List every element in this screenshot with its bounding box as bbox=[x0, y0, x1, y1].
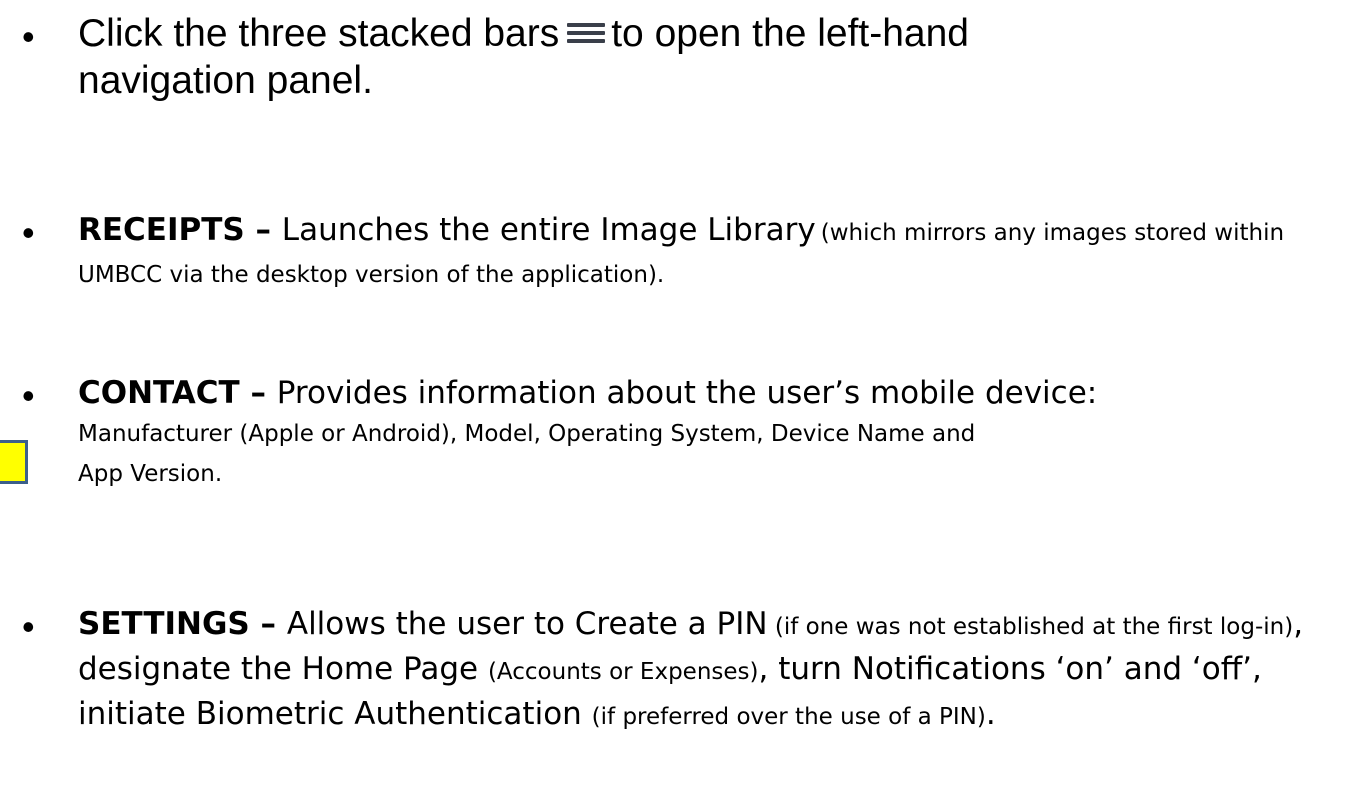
contact-detail-text: Manufacturer (Apple or Android), Model, … bbox=[78, 421, 976, 487]
instruction-text-before-icon: Click the three stacked bars bbox=[78, 12, 560, 55]
receipts-lead-text: Launches the entire Image Library bbox=[281, 212, 816, 248]
settings-text-6: (if preferred over the use of a PIN) bbox=[591, 704, 986, 730]
settings-text-1: Allows the user to Create a PIN bbox=[286, 606, 768, 642]
bullet-marker: • bbox=[22, 606, 35, 647]
heading-dash: – bbox=[249, 606, 287, 642]
settings-heading: SETTINGS bbox=[78, 606, 250, 642]
hamburger-menu-icon bbox=[567, 20, 606, 46]
bullet-marker: • bbox=[22, 16, 35, 57]
heading-dash: – bbox=[239, 375, 277, 411]
instruction-slide: • Click the three stacked bars to open th… bbox=[0, 0, 1353, 812]
highlight-marker bbox=[0, 440, 28, 484]
bullet-marker: • bbox=[22, 375, 35, 416]
contact-heading: CONTACT bbox=[78, 375, 240, 411]
receipts-heading: RECEIPTS bbox=[78, 212, 245, 248]
bullet-marker: • bbox=[22, 212, 35, 253]
settings-text-4: (Accounts or Expenses) bbox=[487, 659, 759, 685]
settings-text-2: (if one was not established at the first… bbox=[767, 614, 1294, 640]
settings-text-7: . bbox=[985, 696, 996, 732]
instruction-open-navigation: Click the three stacked bars to open the … bbox=[78, 10, 1078, 104]
heading-dash: – bbox=[244, 212, 282, 248]
contact-description: CONTACT – Provides information about the… bbox=[78, 372, 1348, 494]
receipts-description: RECEIPTS – Launches the entire Image Lib… bbox=[78, 209, 1348, 296]
settings-description: SETTINGS – Allows the user to Create a P… bbox=[78, 603, 1348, 738]
contact-lead-text: Provides information about the user’s mo… bbox=[276, 375, 1098, 411]
